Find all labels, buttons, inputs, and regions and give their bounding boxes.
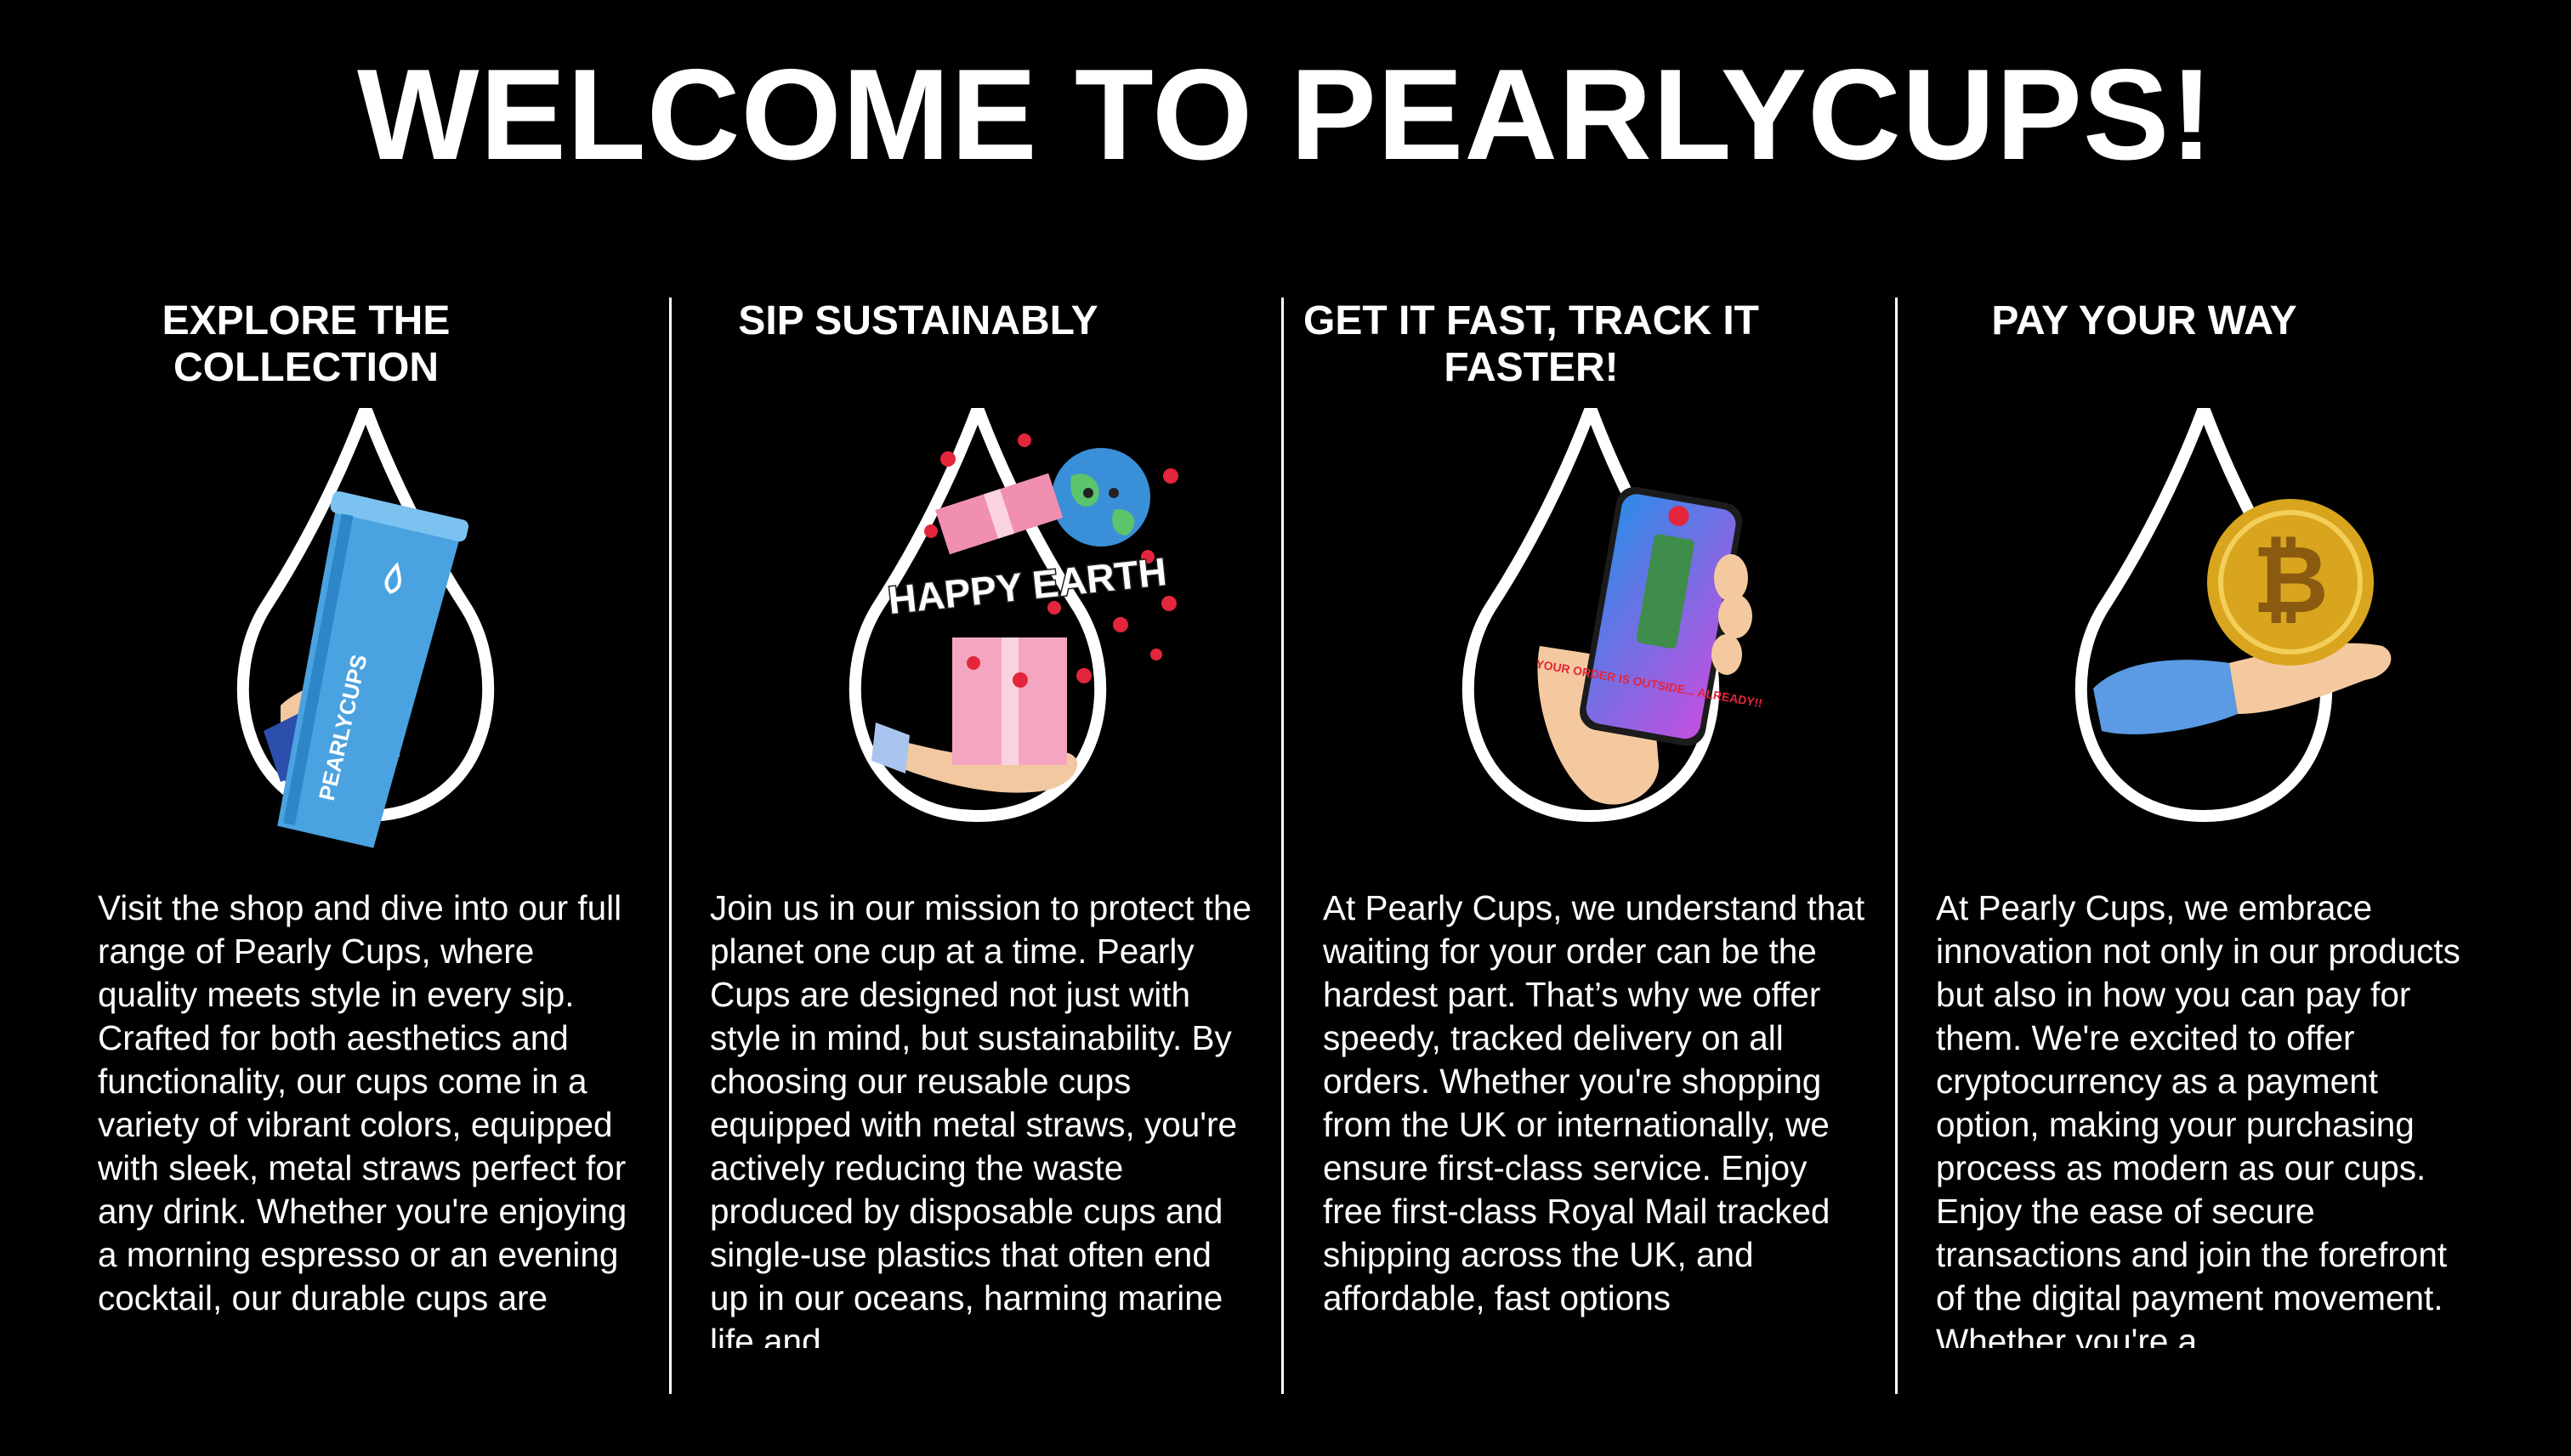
feature-column-delivery: GET IT FAST, TRACK IT FASTER! YOUR ORDER… [1225,297,1864,1394]
feature-column-explore: EXPLORE THE COLLECTION PEARLYCUPS Visit … [0,297,627,1394]
feature-columns: EXPLORE THE COLLECTION PEARLYCUPS Visit … [0,297,2571,1394]
page-title: WELCOME TO PEARLYCUPS! [357,42,2214,187]
bitcoin-icon: ₿ [2252,525,2329,634]
feature-body: At Pearly Cups, we understand that waiti… [1323,888,1865,1317]
feature-body: Join us in our mission to protect the pl… [710,888,1252,1348]
feature-column-sustainably: SIP SUSTAINABLY HAPPY EARTH Join us in o… [612,297,1251,1394]
feature-heading: EXPLORE THE COLLECTION [162,298,451,390]
feature-heading: GET IT FAST, TRACK IT FASTER! [1303,298,1759,390]
happy-earth-text: HAPPY EARTH [886,549,1169,622]
feature-heading: SIP SUSTAINABLY [738,298,1098,343]
feature-body: Visit the shop and dive into our full ra… [98,888,627,1317]
feature-body: At Pearly Cups, we embrace innovation no… [1936,888,2460,1348]
feature-column-payment: PAY YOUR WAY ₿ At Pearly Cups, we embrac… [1838,297,2460,1394]
feature-heading: PAY YOUR WAY [1991,298,2297,343]
